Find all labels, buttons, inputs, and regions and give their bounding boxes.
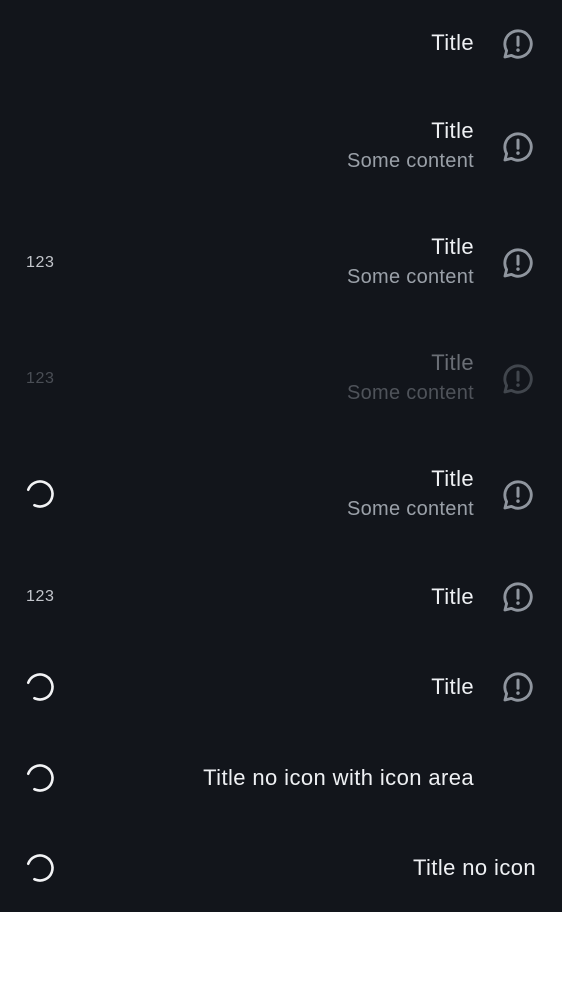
list-item-text: Title no icon [413, 853, 536, 883]
loading-spinner-icon [26, 764, 54, 792]
list-item-content: Some content [346, 266, 474, 288]
list-item-meta: 123 [26, 370, 55, 387]
list-item-text: Title Some content [347, 464, 474, 524]
feedback-icon[interactable] [500, 579, 536, 615]
list-item-title: Title [431, 30, 474, 55]
list-item-title: Title [431, 118, 474, 143]
list-item-meta: 123 [26, 588, 55, 605]
loading-spinner-icon [26, 480, 54, 508]
list-item-title: Title no icon with icon area [203, 765, 474, 790]
list-item-content: Some content [346, 498, 474, 520]
list-item-text: Title Some content [347, 348, 474, 408]
list-item-title: Title [431, 584, 474, 609]
list-item-text: Title [431, 672, 474, 702]
list-item[interactable]: 123 Title [0, 552, 562, 642]
loading-spinner-icon [26, 673, 54, 701]
feedback-icon[interactable] [500, 477, 536, 513]
list-item-text: Title Some content [347, 116, 474, 176]
list-item-text: Title Some content [347, 232, 474, 292]
list-item-title: Title [431, 674, 474, 699]
list-item[interactable]: Title no icon with icon area [0, 732, 562, 822]
list-item-title: Title [431, 234, 474, 259]
list-item[interactable]: Title [0, 0, 562, 88]
list-item-disabled: 123 Title Some content [0, 320, 562, 436]
list-item[interactable]: 123 Title Some content [0, 204, 562, 320]
list-container: Title Title Some content 123 Title Some … [0, 0, 562, 912]
list-item-title: Title [431, 350, 474, 375]
list-item-content: Some content [346, 382, 474, 404]
feedback-icon[interactable] [500, 26, 536, 62]
feedback-icon[interactable] [500, 669, 536, 705]
list-item[interactable]: Title Some content [0, 436, 562, 552]
feedback-icon[interactable] [500, 129, 536, 165]
loading-spinner-icon [26, 854, 54, 882]
list-item-content: Some content [346, 150, 474, 172]
list-item-text: Title [431, 28, 474, 58]
feedback-icon[interactable] [500, 245, 536, 281]
list-item-text: Title no icon with icon area [203, 763, 474, 793]
list-item[interactable]: Title [0, 642, 562, 732]
list-item[interactable]: Title Some content [0, 88, 562, 204]
feedback-icon [503, 364, 533, 394]
list-item[interactable]: Title no icon [0, 822, 562, 912]
list-item-meta: 123 [26, 254, 55, 271]
list-item-title: Title no icon [413, 855, 536, 880]
list-item-text: Title [431, 582, 474, 612]
list-item-title: Title [431, 466, 474, 491]
